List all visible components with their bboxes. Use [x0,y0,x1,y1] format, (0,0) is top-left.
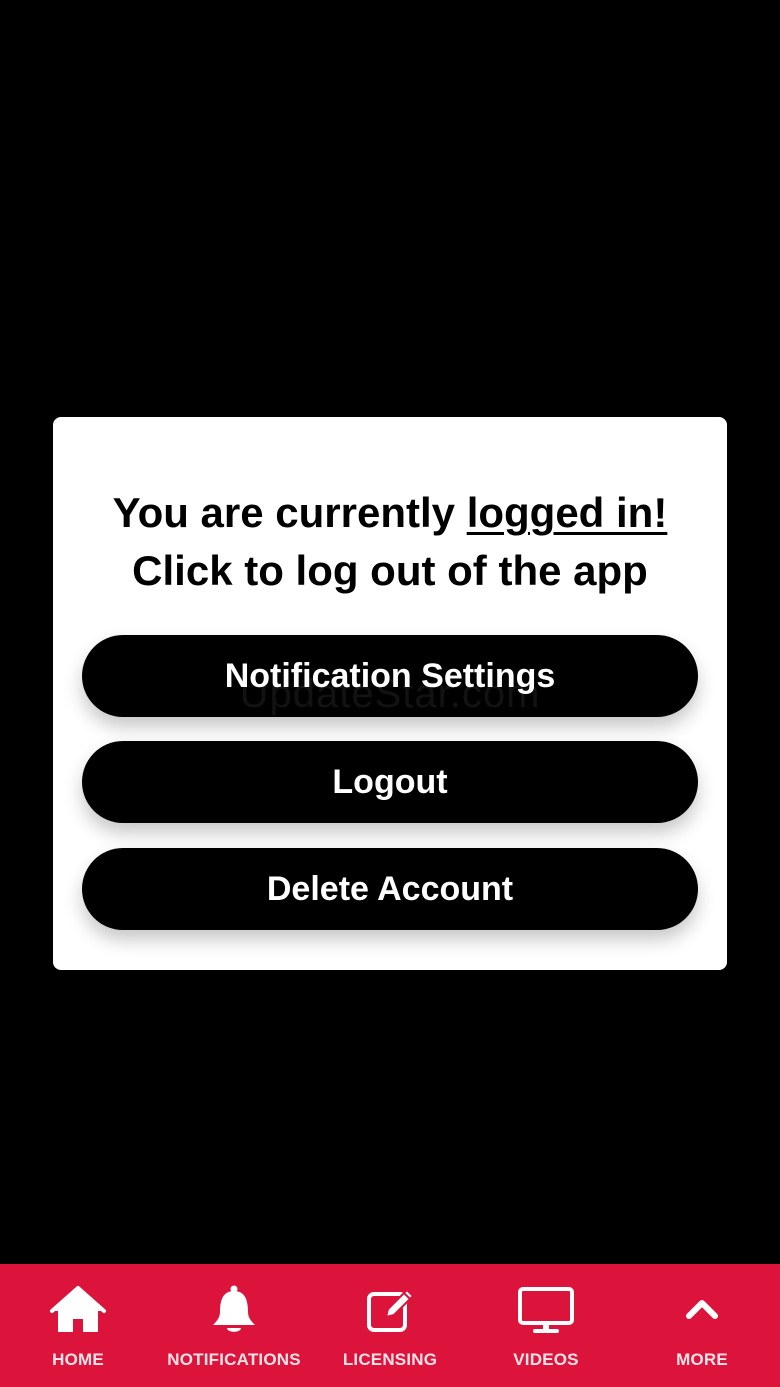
monitor-icon [518,1287,574,1333]
dialog-message: You are currently logged in! Click to lo… [0,484,780,600]
tab-licensing-label: LICENSING [342,1350,438,1369]
delete-account-button[interactable]: Delete Account [82,848,698,930]
edit-icon [367,1288,415,1332]
message-line-1: You are currently logged in! [0,484,780,542]
message-prefix: You are currently [112,489,467,536]
tab-licensing[interactable]: LICENSING [312,1264,468,1387]
notification-settings-button[interactable]: Notification Settings [82,635,698,717]
tab-home-label: HOME [52,1350,104,1369]
tab-more[interactable]: MORE [624,1264,780,1387]
tab-more-label: MORE [676,1350,728,1369]
screen: You are currently logged in! Click to lo… [0,0,780,1387]
bell-icon [213,1285,255,1332]
tab-videos-label: VIDEOS [513,1350,579,1369]
logged-in-emphasis: logged in! [466,489,668,536]
tab-notifications[interactable]: NOTIFICATIONS [156,1264,312,1387]
bottom-tab-bar: HOME NOTIFICATIONS LICENSING VIDEOS MORE [0,1264,780,1387]
tab-notifications-label: NOTIFICATIONS [167,1350,301,1369]
tab-home[interactable]: HOME [0,1264,156,1387]
home-icon [50,1286,106,1332]
tab-videos[interactable]: VIDEOS [468,1264,624,1387]
logout-button[interactable]: Logout [82,741,698,823]
message-line-2: Click to log out of the app [132,547,648,594]
chevron-up-icon [686,1300,718,1319]
